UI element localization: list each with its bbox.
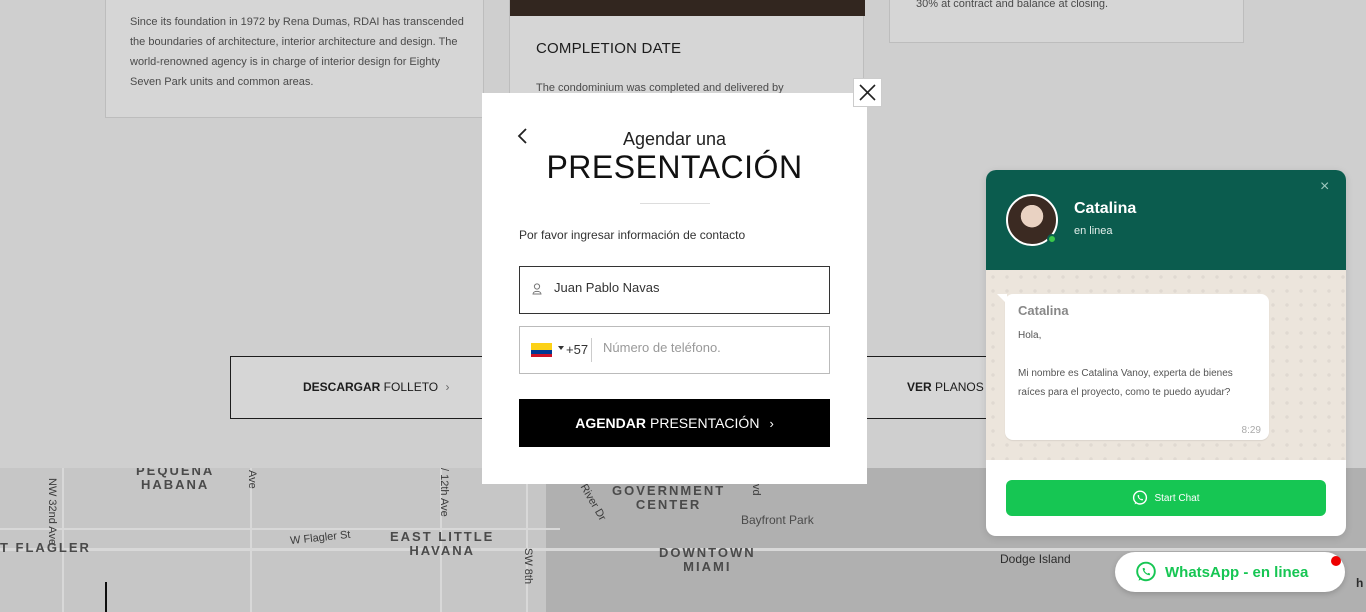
title-divider [640,203,710,204]
start-chat-button[interactable]: Start Chat [1006,480,1326,516]
chat-body: Catalina Hola, Mi nombre es Catalina Van… [986,270,1346,460]
chat-header: Catalina en linea × [986,170,1346,270]
schedule-presentation-button[interactable]: AGENDAR PRESENTACIÓN › [519,399,830,447]
caret-down-icon[interactable] [558,346,564,350]
agent-status: en linea [1074,225,1113,237]
contact-instruction: Por favor ingresar información de contac… [519,228,746,242]
phone-field: +57 [519,326,830,374]
chat-message-bubble: Catalina Hola, Mi nombre es Catalina Van… [997,294,1269,440]
whatsapp-online-label: WhatsApp - en linea [1165,563,1309,581]
message-sender: Catalina [1018,303,1069,318]
whatsapp-chat-widget: Catalina en linea × Catalina Hola, Mi no… [986,170,1346,536]
submit-bold: AGENDAR [575,415,646,431]
message-time: 8:29 [1241,425,1261,436]
whatsapp-online-button[interactable]: WhatsApp - en linea [1115,552,1345,592]
whatsapp-icon [1133,490,1148,505]
submit-rest: PRESENTACIÓN [650,415,760,431]
notification-dot [1331,556,1341,566]
chat-close-button[interactable]: × [1320,178,1329,196]
modal-close-button[interactable] [853,78,882,107]
modal-title: PRESENTACIÓN [546,149,803,185]
agent-name: Catalina [1074,200,1137,217]
name-field [519,266,830,314]
dial-code: +57 [566,342,589,357]
name-input[interactable] [554,280,814,295]
online-indicator [1047,234,1057,244]
whatsapp-icon [1136,561,1156,582]
modal-subtitle: Agendar una [622,129,727,149]
schedule-presentation-modal: Agendar una PRESENTACIÓN Por favor ingre… [482,93,867,484]
message-text: Hola, Mi nombre es Catalina Vanoy, exper… [1018,330,1233,398]
close-icon [859,84,876,101]
chevron-right-icon: › [769,415,774,431]
user-icon [532,283,542,295]
start-chat-label: Start Chat [1154,492,1200,504]
colombia-flag-icon[interactable] [531,343,552,357]
phone-input[interactable] [603,340,818,355]
phone-separator [591,338,592,362]
